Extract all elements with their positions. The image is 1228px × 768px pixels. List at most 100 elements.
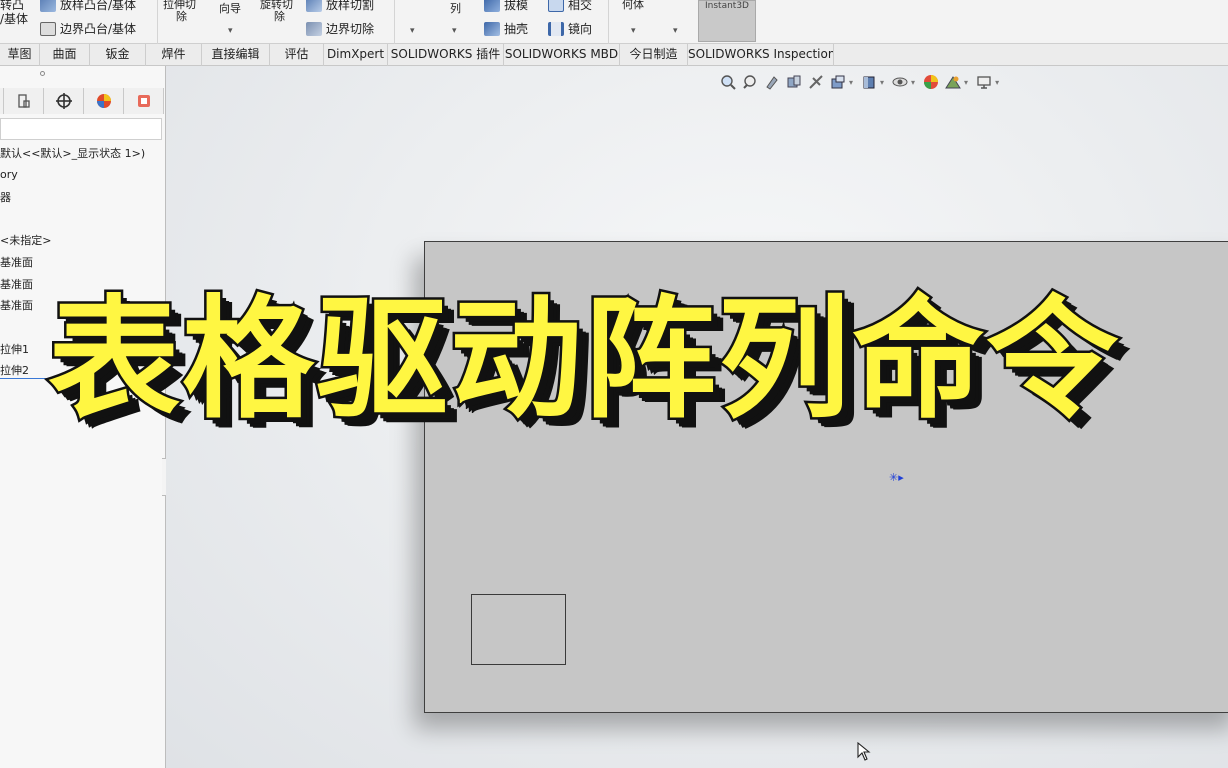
- tree-label: 拉伸1: [0, 343, 29, 356]
- panel-grip-icon[interactable]: [40, 71, 45, 76]
- chevron-down-icon[interactable]: ▾: [880, 78, 884, 87]
- mouse-cursor-icon: [857, 742, 871, 761]
- lofted-cut-icon: [306, 0, 322, 12]
- draft-button[interactable]: 拔模: [484, 0, 528, 13]
- tab-solidworks-mbd[interactable]: SOLIDWORKS MBD: [504, 44, 620, 66]
- tree-item-sensors[interactable]: 器: [0, 189, 11, 205]
- heads-up-view-toolbar: ▾ ▾ ▾ ▾ ▾: [720, 74, 1001, 90]
- chevron-down-icon[interactable]: ▾: [849, 78, 853, 87]
- appearances-icon: [137, 95, 150, 107]
- tab-direct-editing[interactable]: 直接编辑: [202, 44, 270, 66]
- boundary-boss-button[interactable]: 边界凸台/基体: [40, 20, 136, 37]
- tree-label: 基准面: [0, 256, 33, 269]
- chevron-down-icon[interactable]: ▾: [452, 26, 457, 36]
- tab-label: 焊件: [161, 47, 186, 61]
- tree-label: 器: [0, 191, 11, 204]
- apply-scene-icon[interactable]: [945, 74, 961, 90]
- edit-appearance-icon[interactable]: [923, 74, 939, 90]
- instant3d-button[interactable]: Instant3D: [698, 0, 756, 42]
- tab-dimxpert[interactable]: DimXpert: [324, 44, 388, 66]
- tab-evaluate[interactable]: 评估: [270, 44, 324, 66]
- tree-label: ory: [0, 168, 18, 181]
- video-title-overlay: 表格驱动阵列命令: [46, 283, 1121, 438]
- chevron-down-icon[interactable]: ▾: [995, 78, 999, 87]
- tab-make-today[interactable]: 今日制造: [620, 44, 688, 66]
- tab-solidworks-inspection[interactable]: SOLIDWORKS Inspection: [688, 44, 834, 66]
- tab-sheet-metal[interactable]: 钣金: [90, 44, 146, 66]
- extruded-cut-button-line2[interactable]: 除: [176, 8, 187, 24]
- boundary-cut-icon: [306, 21, 322, 36]
- ribbon-label: 除: [274, 10, 285, 23]
- ribbon-label: 抽壳: [504, 22, 529, 36]
- mirror-button[interactable]: 镜向: [548, 20, 592, 37]
- chevron-down-icon[interactable]: ▾: [911, 78, 915, 87]
- hole-wizard-button[interactable]: 向导: [219, 0, 241, 16]
- mirror-icon: [548, 21, 564, 36]
- tab-solidworks-addins[interactable]: SOLIDWORKS 插件: [388, 44, 504, 66]
- instant3d-label: Instant3D: [705, 1, 749, 11]
- display-manager-icon: [96, 94, 111, 108]
- tab-sketch[interactable]: 草图: [0, 44, 40, 66]
- boundary-cut-button[interactable]: 边界切除: [306, 20, 374, 37]
- tab-configuration-manager[interactable]: [44, 88, 84, 114]
- view-settings-icon[interactable]: [976, 74, 992, 90]
- crosshair-icon: [55, 93, 72, 109]
- view-orientation-icon[interactable]: [830, 74, 846, 90]
- ribbon-label: 除: [176, 10, 187, 23]
- ribbon-separator: [157, 0, 158, 44]
- tab-label: 曲面: [52, 47, 77, 61]
- zoom-to-fit-icon[interactable]: [720, 74, 736, 90]
- intersect-button[interactable]: 相交: [548, 0, 592, 13]
- dynamic-annotation-icon[interactable]: [808, 74, 824, 90]
- ribbon-label: 相交: [568, 0, 593, 12]
- tab-property-manager[interactable]: [4, 88, 44, 114]
- tab-label: 今日制造: [629, 47, 678, 61]
- tree-item-top-plane[interactable]: 基准面: [0, 276, 33, 292]
- zoom-area-icon[interactable]: [742, 74, 758, 90]
- reference-geometry-button[interactable]: 何体: [622, 0, 644, 12]
- tree-label: 默认<<默认>_显示状态 1>): [0, 147, 146, 160]
- rectangular-cut-feature[interactable]: [471, 594, 566, 665]
- chevron-down-icon[interactable]: ▾: [410, 26, 415, 36]
- command-ribbon: 转凸 /基体 放样凸台/基体 边界凸台/基体 拉伸切 除 向导 ▾ 旋转切 除 …: [0, 0, 1228, 44]
- tab-appearances[interactable]: [124, 88, 164, 114]
- lofted-cut-button[interactable]: 放样切割: [306, 0, 374, 13]
- tree-label: <未指定>: [0, 234, 52, 247]
- tab-display-manager[interactable]: [84, 88, 124, 114]
- boundary-boss-icon: [40, 21, 56, 36]
- tree-item-right-plane[interactable]: 基准面: [0, 297, 33, 313]
- shell-button[interactable]: 抽壳: [484, 20, 528, 37]
- tree-label: 基准面: [0, 299, 33, 312]
- tree-item-front-plane[interactable]: 基准面: [0, 254, 33, 270]
- tree-item-material[interactable]: <未指定>: [0, 232, 51, 248]
- display-style-icon[interactable]: [861, 74, 877, 90]
- tab-label: 钣金: [105, 47, 130, 61]
- linear-pattern-button[interactable]: 列: [450, 0, 461, 16]
- tree-label: 基准面: [0, 278, 33, 291]
- chevron-down-icon[interactable]: ▾: [631, 26, 636, 36]
- property-manager-icon: [17, 94, 30, 108]
- previous-view-icon[interactable]: [764, 74, 780, 90]
- revolve-boss-button-line2[interactable]: /基体: [0, 10, 28, 27]
- section-view-icon[interactable]: [786, 74, 802, 90]
- loft-boss-button[interactable]: 放样凸台/基体: [40, 0, 136, 13]
- origin-icon: ✳▸: [889, 471, 904, 484]
- chevron-down-icon[interactable]: ▾: [228, 26, 233, 36]
- tab-label: 直接编辑: [211, 47, 260, 61]
- hide-show-icon[interactable]: [892, 74, 908, 90]
- chevron-down-icon[interactable]: ▾: [964, 78, 968, 87]
- ribbon-label: 边界切除: [326, 22, 375, 36]
- ribbon-label: 何体: [622, 0, 644, 11]
- tree-item-configuration[interactable]: 默认<<默认>_显示状态 1>): [0, 145, 145, 161]
- tab-weldments[interactable]: 焊件: [146, 44, 202, 66]
- ribbon-label: 拔模: [504, 0, 529, 12]
- tree-item-extrude1[interactable]: 拉伸1: [0, 341, 29, 357]
- tab-label: 评估: [284, 47, 309, 61]
- ribbon-label: 镜向: [568, 22, 593, 36]
- revolved-cut-button-line2[interactable]: 除: [274, 8, 285, 24]
- feature-filter-input[interactable]: [0, 118, 162, 140]
- chevron-down-icon[interactable]: ▾: [673, 26, 678, 36]
- tab-surfaces[interactable]: 曲面: [40, 44, 90, 66]
- ribbon-separator: [394, 0, 395, 44]
- tree-item-history[interactable]: ory: [0, 168, 18, 181]
